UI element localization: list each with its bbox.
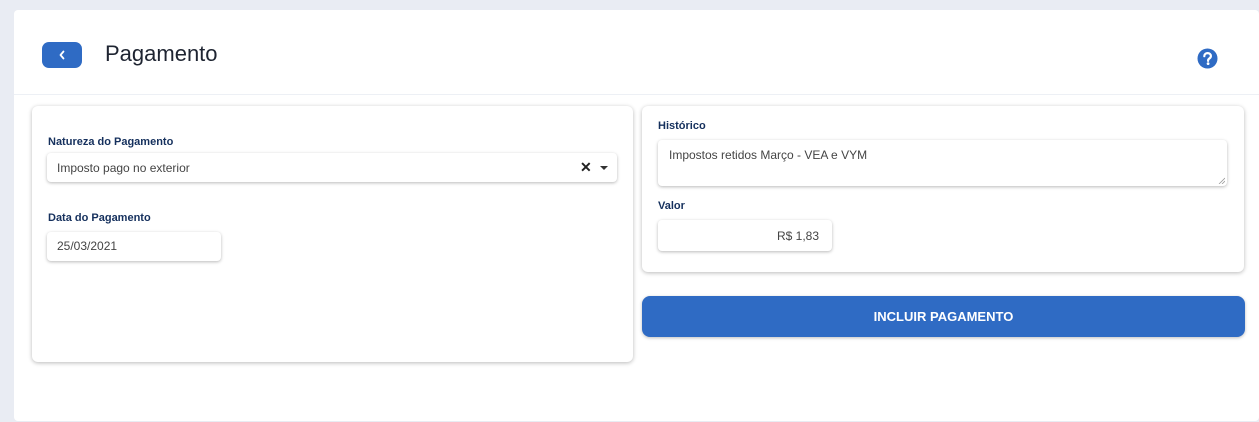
valor-label: Valor (658, 200, 685, 212)
data-pagamento-label: Data do Pagamento (48, 212, 151, 224)
data-pagamento-input[interactable]: 25/03/2021 (47, 232, 221, 261)
historico-label: Histórico (658, 120, 706, 132)
natureza-select[interactable]: Imposto pago no exterior ✕ (47, 153, 617, 182)
clear-icon[interactable]: ✕ (580, 160, 592, 174)
natureza-select-value: Imposto pago no exterior (57, 161, 190, 175)
payment-page: Pagamento Natureza do Pagamento Imposto … (14, 10, 1259, 421)
natureza-label: Natureza do Pagamento (48, 136, 174, 148)
history-card: Histórico Impostos retidos Março - VEA e… (642, 106, 1244, 272)
resize-handle-icon[interactable] (1218, 177, 1225, 184)
valor-input[interactable]: R$ 1,83 (658, 220, 832, 251)
payment-details-card: Natureza do Pagamento Imposto pago no ex… (32, 106, 633, 362)
historico-textarea[interactable]: Impostos retidos Março - VEA e VYM (658, 140, 1227, 186)
back-button[interactable] (42, 42, 82, 68)
page-header: Pagamento (14, 10, 1259, 95)
question-circle-icon[interactable] (1197, 48, 1218, 69)
caret-down-icon[interactable] (600, 166, 608, 170)
chevron-left-icon (59, 50, 65, 60)
historico-text: Impostos retidos Março - VEA e VYM (669, 148, 868, 162)
page-title: Pagamento (105, 41, 218, 66)
incluir-pagamento-button[interactable]: INCLUIR PAGAMENTO (642, 296, 1245, 337)
